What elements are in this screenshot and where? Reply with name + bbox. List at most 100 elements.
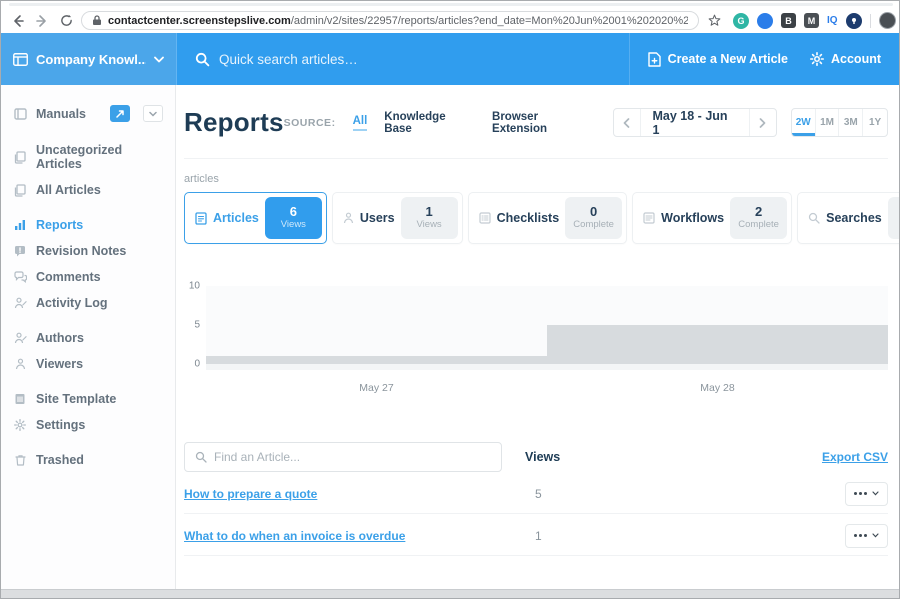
export-csv-link[interactable]: Export CSV bbox=[822, 450, 888, 464]
views-chart: 0510 May 27May 28 bbox=[184, 286, 888, 394]
blue-extension-icon[interactable] bbox=[757, 13, 773, 29]
back-icon[interactable] bbox=[9, 12, 27, 30]
metric-badge: 2Complete bbox=[730, 197, 787, 239]
metric-badge: 6Views bbox=[265, 197, 322, 239]
main-content: Reports SOURCE: All Knowledge Base Brows… bbox=[176, 85, 899, 590]
pages-icon bbox=[13, 184, 27, 197]
source-option-all[interactable]: All bbox=[353, 115, 368, 131]
sidebar-item-site-template[interactable]: Site Template bbox=[1, 386, 175, 412]
create-new-article-button[interactable]: Create a New Article bbox=[648, 52, 788, 67]
m-extension-icon[interactable]: M bbox=[804, 13, 819, 28]
date-next-icon[interactable] bbox=[750, 109, 776, 136]
range-button-1m[interactable]: 1M bbox=[816, 109, 840, 136]
date-range-picker: May 18 - Jun 1 bbox=[613, 108, 777, 137]
sidebar-item-trashed[interactable]: Trashed bbox=[1, 447, 175, 473]
header-actions: Create a New Article Account bbox=[629, 33, 899, 85]
y-tick-label: 5 bbox=[194, 320, 200, 331]
article-table-header: Views Export CSV bbox=[184, 442, 888, 472]
chevron-down-icon bbox=[872, 491, 879, 496]
manuals-chevron-button[interactable] bbox=[143, 105, 163, 122]
sidebar-item-authors[interactable]: Authors bbox=[1, 325, 175, 351]
sidebar-item-revision-notes[interactable]: Revision Notes bbox=[1, 238, 175, 264]
metric-card-users[interactable]: Users 1Views bbox=[332, 192, 463, 244]
iq-extension-icon[interactable]: IQ bbox=[827, 15, 838, 26]
date-range-label[interactable]: May 18 - Jun 1 bbox=[640, 109, 751, 136]
search-icon bbox=[195, 52, 210, 67]
chart-baseline bbox=[206, 364, 888, 370]
y-tick-label: 0 bbox=[194, 359, 200, 370]
open-site-external-link-button[interactable] bbox=[110, 105, 130, 122]
sidebar: Manuals Uncategorized Articles All Artic… bbox=[1, 85, 176, 590]
comments-icon bbox=[13, 271, 27, 283]
lock-icon bbox=[92, 15, 102, 26]
find-article-input[interactable] bbox=[214, 450, 491, 464]
url-bar[interactable]: contactcenter.screenstepslive.com/admin/… bbox=[81, 11, 699, 30]
grammarly-extension-icon[interactable]: G bbox=[733, 13, 749, 29]
more-options-icon bbox=[854, 492, 867, 495]
url-text: contactcenter.screenstepslive.com/admin/… bbox=[108, 15, 688, 27]
row-options-button[interactable] bbox=[845, 482, 888, 506]
range-button-3m[interactable]: 3M bbox=[839, 109, 863, 136]
browser-toolbar: contactcenter.screenstepslive.com/admin/… bbox=[1, 8, 899, 33]
source-option-knowledge-base[interactable]: Knowledge Base bbox=[384, 111, 475, 135]
source-option-browser-extension[interactable]: Browser Extension bbox=[492, 111, 595, 135]
search-icon bbox=[808, 212, 820, 224]
sidebar-item-activity-log[interactable]: Activity Log bbox=[1, 290, 175, 316]
metric-card-checklists[interactable]: Checklists 0Complete bbox=[468, 192, 628, 244]
revision-flag-icon bbox=[13, 245, 27, 257]
bar-chart-icon bbox=[13, 219, 27, 231]
checklist-icon bbox=[479, 212, 491, 224]
site-switcher[interactable]: Company Knowl... bbox=[1, 33, 176, 85]
metric-card-articles[interactable]: Articles 6Views bbox=[184, 192, 327, 244]
sidebar-item-settings[interactable]: Settings bbox=[1, 412, 175, 438]
forward-icon[interactable] bbox=[33, 12, 51, 30]
metric-card-workflows[interactable]: Workflows 2Complete bbox=[632, 192, 792, 244]
range-button-2w[interactable]: 2W bbox=[792, 109, 816, 136]
row-options-button[interactable] bbox=[845, 524, 888, 548]
settings-gear-icon bbox=[13, 419, 27, 431]
profile-avatar[interactable] bbox=[879, 12, 896, 29]
chart-bar bbox=[547, 325, 888, 364]
source-label: SOURCE: bbox=[284, 117, 336, 129]
sidebar-item-comments[interactable]: Comments bbox=[1, 264, 175, 290]
tab-strip bbox=[1, 1, 899, 8]
site-switcher-chevron-icon bbox=[154, 56, 164, 63]
quick-search-placeholder: Quick search articles… bbox=[219, 52, 358, 67]
sidebar-item-manuals[interactable]: Manuals bbox=[1, 99, 175, 128]
find-article-search[interactable] bbox=[184, 442, 502, 472]
pages-icon bbox=[13, 151, 27, 164]
date-prev-icon[interactable] bbox=[614, 109, 640, 136]
table-row: How to prepare a quote 5 bbox=[184, 474, 888, 514]
sidebar-item-viewers[interactable]: Viewers bbox=[1, 351, 175, 377]
bookmark-star-icon[interactable] bbox=[705, 12, 723, 30]
article-link[interactable]: How to prepare a quote bbox=[184, 487, 525, 501]
quick-search[interactable]: Quick search articles… bbox=[176, 33, 629, 85]
extension-icons: G B M IQ bbox=[733, 12, 900, 29]
report-header: Reports SOURCE: All Knowledge Base Brows… bbox=[184, 85, 888, 159]
article-views: 1 bbox=[525, 529, 845, 543]
account-button[interactable]: Account bbox=[810, 52, 881, 66]
x-tick-label: May 27 bbox=[206, 382, 547, 394]
b-extension-icon[interactable]: B bbox=[781, 13, 796, 28]
metric-badge: 0Complete bbox=[565, 197, 622, 239]
metric-card-searches[interactable]: Searches 3Queries bbox=[797, 192, 899, 244]
sidebar-item-reports[interactable]: Reports bbox=[1, 212, 175, 238]
viewer-icon bbox=[13, 358, 27, 370]
trash-icon bbox=[13, 454, 27, 466]
article-link[interactable]: What to do when an invoice is overdue bbox=[184, 529, 525, 543]
chart-bar bbox=[206, 356, 547, 364]
sidebar-item-all-articles[interactable]: All Articles bbox=[1, 177, 175, 203]
site-icon bbox=[13, 53, 28, 66]
table-row: What to do when an invoice is overdue 1 bbox=[184, 516, 888, 556]
metric-cards: Articles 6Views Users 1Views Checklists … bbox=[184, 192, 888, 244]
range-preset-group: 2W 1M 3M 1Y bbox=[791, 108, 888, 137]
range-button-1y[interactable]: 1Y bbox=[863, 109, 887, 136]
site-name: Company Knowl... bbox=[36, 52, 146, 67]
book-icon bbox=[13, 108, 27, 120]
section-label: articles bbox=[184, 173, 888, 185]
pin-extension-icon[interactable] bbox=[846, 13, 862, 29]
sidebar-item-uncategorized-articles[interactable]: Uncategorized Articles bbox=[1, 137, 175, 177]
metric-badge: 3Queries bbox=[888, 197, 899, 239]
reload-icon[interactable] bbox=[57, 12, 75, 30]
page-title: Reports bbox=[184, 107, 284, 138]
